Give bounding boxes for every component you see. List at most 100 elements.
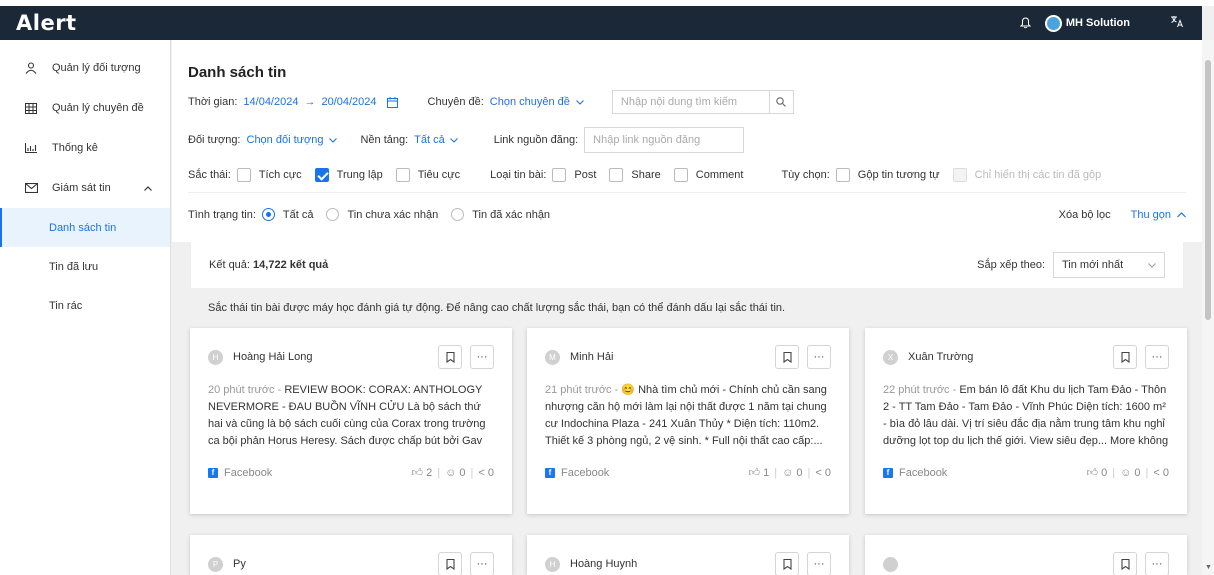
share-count: 0 <box>487 466 494 479</box>
scrollbar-thumb[interactable] <box>1205 60 1211 320</box>
option-merge[interactable]: Gộp tin tương tự <box>835 168 940 182</box>
bookmark-icon[interactable] <box>438 552 462 575</box>
source-input[interactable]: Nhập link nguồn đăng <box>584 127 745 153</box>
post-type-post[interactable]: Post <box>552 168 596 182</box>
like-count: 0 <box>1101 466 1108 479</box>
checkbox[interactable] <box>673 168 688 182</box>
checkbox[interactable] <box>314 168 329 182</box>
comment-count: 0 <box>1134 466 1141 479</box>
share-count: 0 <box>1162 466 1169 479</box>
facebook-icon: f <box>208 467 218 478</box>
chevron-up-icon[interactable] <box>1177 211 1186 218</box>
news-card[interactable]: H Hoàng Huynh ··· <box>527 535 849 575</box>
more-icon[interactable]: ··· <box>1145 345 1169 369</box>
chevron-down-icon[interactable] <box>329 137 338 143</box>
news-card[interactable]: H Hoàng Hải Long ··· 20 phút trước - REV… <box>190 328 512 514</box>
search-input[interactable]: Nhập nội dung tìm kiếm <box>611 90 770 114</box>
sidebar-item-monitor[interactable]: Giám sát tin <box>0 168 170 208</box>
filter-row-status: Tình trạng tin: Tất cả Tin chưa xác nhận… <box>188 192 1186 236</box>
chevron-up-icon[interactable] <box>144 183 152 193</box>
topic-select[interactable]: Chọn chuyên đề <box>490 96 570 108</box>
radio[interactable] <box>451 208 465 221</box>
share-icon: < <box>478 466 485 479</box>
sentiment-neutral[interactable]: Trung lập <box>314 168 383 182</box>
option-label: Tin đã xác nhận <box>472 208 551 221</box>
results-area: Kết quả: 14,722 kết quả Sắp xếp theo: Ti… <box>190 242 1187 575</box>
news-card[interactable]: ··· <box>865 535 1187 575</box>
platform-select[interactable]: Tất cả <box>414 134 445 146</box>
date-arrow: → <box>304 96 316 108</box>
option-label: Tiêu cực <box>417 169 461 181</box>
object-select[interactable]: Chọn đối tượng <box>247 134 324 146</box>
checkbox[interactable] <box>609 168 624 182</box>
news-card[interactable]: X Xuân Trường ··· 22 phút trước - Em bán… <box>865 328 1187 514</box>
checkbox[interactable] <box>552 168 567 182</box>
sentiment-positive[interactable]: Tích cực <box>236 168 302 182</box>
radio[interactable] <box>261 208 275 221</box>
status-all[interactable]: Tất cả <box>261 208 313 221</box>
sidebar-item-trash[interactable]: Tin rác <box>0 286 170 325</box>
sort-select[interactable]: Tin mới nhất <box>1053 252 1165 278</box>
status-label: Tình trạng tin: <box>188 208 256 221</box>
bookmark-icon[interactable] <box>438 345 462 369</box>
sidebar-item-stats[interactable]: Thống kê <box>0 128 170 168</box>
more-icon[interactable]: ··· <box>470 552 494 575</box>
sort-value: Tin mới nhất <box>1062 259 1124 271</box>
bookmark-icon[interactable] <box>775 552 799 575</box>
app-logo[interactable]: Alert <box>16 11 77 35</box>
author-name[interactable]: Minh Hải <box>570 351 613 363</box>
date-from[interactable]: 14/04/2024 <box>243 96 298 108</box>
sidebar-item-label: Quản lý đối tượng <box>52 62 141 74</box>
sidebar: Quản lý đối tượng Quản lý chuyên đề Thốn… <box>0 40 171 575</box>
filter-panel: Danh sách tin Thời gian: 14/04/2024 → 20… <box>172 40 1202 242</box>
option-label: Post <box>574 169 597 181</box>
checkbox[interactable] <box>395 168 410 182</box>
collapse-button[interactable]: Thu gọn <box>1131 209 1171 221</box>
more-icon[interactable]: ··· <box>807 345 831 369</box>
bell-icon[interactable] <box>1019 16 1033 30</box>
calendar-icon[interactable] <box>386 96 398 108</box>
avatar: P <box>208 556 223 572</box>
scrollbar[interactable]: ▼ <box>1202 40 1214 575</box>
post-type-comment[interactable]: Comment <box>673 168 743 182</box>
author-name[interactable]: Hoàng Huynh <box>570 558 637 570</box>
sidebar-item-saved[interactable]: Tin đã lưu <box>0 247 170 286</box>
post-content[interactable]: 22 phút trước - Em bán lô đất Khu du lịc… <box>883 382 1169 450</box>
status-unconfirmed[interactable]: Tin chưa xác nhận <box>326 208 438 221</box>
news-card[interactable]: P Py ··· <box>190 535 512 575</box>
clear-filter-button[interactable]: Xóa bộ lọc <box>1059 209 1111 221</box>
bookmark-icon[interactable] <box>1113 552 1137 575</box>
post-type-share[interactable]: Share <box>609 168 661 182</box>
bookmark-icon[interactable] <box>775 345 799 369</box>
more-icon[interactable]: ··· <box>470 345 494 369</box>
bookmark-icon[interactable] <box>1113 345 1137 369</box>
post-content[interactable]: 21 phút trước - 😊 Nhà tìm chủ mới - Chín… <box>545 382 831 450</box>
scroll-down-icon[interactable]: ▼ <box>1205 564 1212 571</box>
author-name[interactable]: Py <box>233 558 246 570</box>
sidebar-item-topics[interactable]: Quản lý chuyên đề <box>0 88 170 128</box>
news-card[interactable]: M Minh Hải ··· 21 phút trước - 😊 Nhà tìm… <box>527 328 849 514</box>
date-to[interactable]: 20/04/2024 <box>321 96 376 108</box>
share-icon: < <box>1153 466 1160 479</box>
author-name[interactable]: Xuân Trường <box>908 351 973 363</box>
more-icon[interactable]: ··· <box>807 552 831 575</box>
chevron-down-icon[interactable] <box>576 99 584 105</box>
translate-icon[interactable] <box>1170 15 1184 31</box>
status-confirmed[interactable]: Tin đã xác nhận <box>451 208 550 221</box>
search-icon[interactable] <box>769 90 794 114</box>
filter-row-object: Đối tượng: Chọn đối tượng Nền tảng: Tất … <box>188 120 1186 160</box>
more-icon[interactable]: ··· <box>1145 552 1169 575</box>
sentiment-negative[interactable]: Tiêu cực <box>395 168 461 182</box>
sidebar-item-news-list[interactable]: Danh sách tin <box>0 208 170 247</box>
facebook-icon: f <box>545 467 555 478</box>
radio[interactable] <box>326 208 340 221</box>
post-content[interactable]: 20 phút trước - REVIEW BOOK: CORAX: ANTH… <box>208 382 494 450</box>
grid-icon <box>24 101 38 115</box>
option-label: Tùy chọn: <box>781 169 830 181</box>
sidebar-item-objects[interactable]: Quản lý đối tượng <box>0 48 170 88</box>
checkbox[interactable] <box>236 168 251 182</box>
checkbox[interactable] <box>835 168 850 182</box>
author-name[interactable]: Hoàng Hải Long <box>233 351 313 363</box>
user-menu[interactable]: MH Solution <box>1044 14 1130 32</box>
chevron-down-icon[interactable] <box>449 137 458 143</box>
